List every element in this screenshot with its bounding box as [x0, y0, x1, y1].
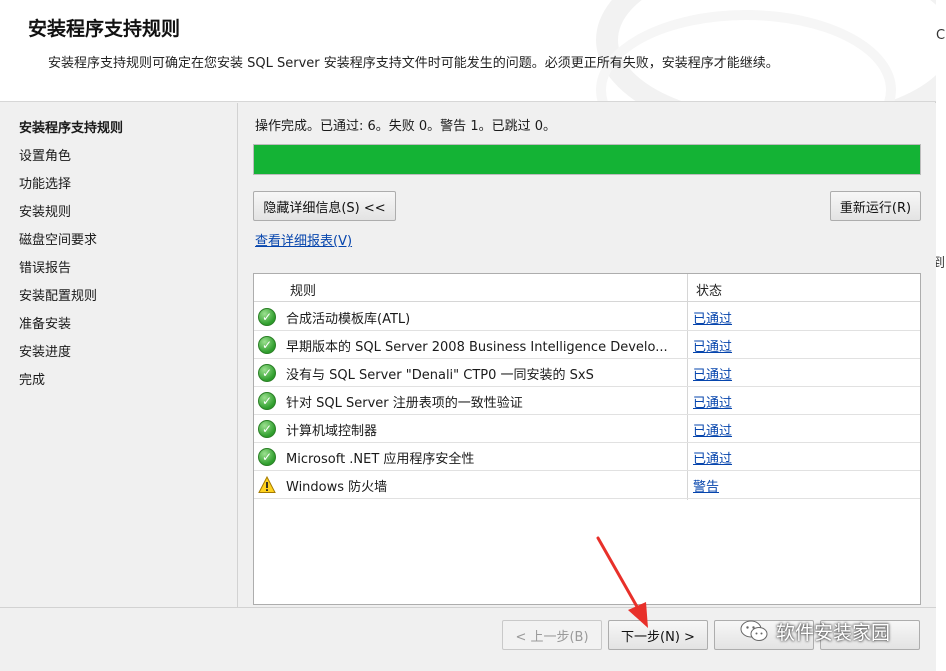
- rule-name: 针对 SQL Server 注册表项的一致性验证: [286, 396, 523, 411]
- rule-name: 合成活动模板库(ATL): [286, 312, 411, 327]
- edge-text: C: [936, 28, 946, 43]
- watermark-text: 软件安装家园: [776, 621, 891, 644]
- rule-name: 计算机域控制器: [286, 424, 378, 439]
- check-icon: ✓: [258, 448, 276, 466]
- sidebar-item-install-progress[interactable]: 安装进度: [19, 341, 71, 360]
- table-header: 规则 状态: [254, 274, 920, 302]
- table-row[interactable]: ✓ 合成活动模板库(ATL) 已通过: [254, 303, 920, 331]
- sidebar-item-disk-space[interactable]: 磁盘空间要求: [19, 229, 97, 248]
- sidebar-item-installation-rules[interactable]: 安装规则: [19, 201, 71, 220]
- column-header-status[interactable]: 状态: [696, 280, 722, 299]
- table-row[interactable]: ✓ 计算机域控制器 已通过: [254, 415, 920, 443]
- operation-status: 操作完成。已通过: 6。失败 0。警告 1。已跳过 0。: [255, 119, 556, 134]
- watermark: 软件安装家园: [740, 614, 890, 648]
- rule-name: Microsoft .NET 应用程序安全性: [286, 452, 475, 467]
- sidebar-item-setup-role[interactable]: 设置角色: [19, 145, 71, 164]
- check-icon: ✓: [258, 392, 276, 410]
- column-header-rule[interactable]: 规则: [290, 280, 316, 299]
- status-link[interactable]: 已通过: [693, 448, 732, 467]
- sidebar-nav: 安装程序支持规则 设置角色 功能选择 安装规则 磁盘空间要求 错误报告 安装配置…: [0, 103, 238, 607]
- back-button[interactable]: < 上一步(B): [502, 620, 602, 650]
- sidebar-item-config-rules[interactable]: 安装配置规则: [19, 285, 97, 304]
- setup-window: 安装程序支持规则 安装程序支持规则可确定在您安装 SQL Server 安装程序…: [0, 0, 936, 671]
- table-row[interactable]: ✓ Microsoft .NET 应用程序安全性 已通过: [254, 443, 920, 471]
- status-link[interactable]: 已通过: [693, 308, 732, 327]
- wechat-icon: [740, 620, 768, 641]
- progress-bar: [253, 144, 921, 175]
- sidebar-item-complete[interactable]: 完成: [19, 369, 45, 388]
- rule-name: Windows 防火墙: [286, 480, 388, 495]
- sidebar-item-error-reporting[interactable]: 错误报告: [19, 257, 71, 276]
- main-content: 操作完成。已通过: 6。失败 0。警告 1。已跳过 0。 隐藏详细信息(S) <…: [239, 103, 936, 607]
- page-title: 安装程序支持规则: [28, 18, 181, 40]
- table-row[interactable]: Windows 防火墙 警告: [254, 471, 920, 499]
- check-icon: ✓: [258, 420, 276, 438]
- warning-icon: [258, 476, 276, 494]
- status-link[interactable]: 已通过: [693, 392, 732, 411]
- table-row[interactable]: ✓ 针对 SQL Server 注册表项的一致性验证 已通过: [254, 387, 920, 415]
- view-detailed-report-link[interactable]: 查看详细报表(V): [255, 230, 352, 249]
- header-banner: 安装程序支持规则 安装程序支持规则可确定在您安装 SQL Server 安装程序…: [0, 0, 936, 102]
- hide-details-button[interactable]: 隐藏详细信息(S) <<: [253, 191, 396, 221]
- status-link[interactable]: 已通过: [693, 336, 732, 355]
- edge-text: 到: [936, 256, 946, 271]
- rule-name: 早期版本的 SQL Server 2008 Business Intellige…: [286, 340, 668, 355]
- check-icon: ✓: [258, 336, 276, 354]
- check-icon: ✓: [258, 308, 276, 326]
- rerun-button[interactable]: 重新运行(R): [830, 191, 921, 221]
- rule-name: 没有与 SQL Server "Denali" CTP0 一同安装的 SxS: [286, 368, 594, 383]
- sidebar-item-feature-selection[interactable]: 功能选择: [19, 173, 71, 192]
- status-link[interactable]: 已通过: [693, 364, 732, 383]
- status-link[interactable]: 已通过: [693, 420, 732, 439]
- background-window-edge: C 到: [936, 0, 946, 671]
- check-icon: ✓: [258, 364, 276, 382]
- sidebar-item-ready-to-install[interactable]: 准备安装: [19, 313, 71, 332]
- progress-fill: [254, 145, 920, 174]
- sidebar-item-setup-support-rules[interactable]: 安装程序支持规则: [19, 117, 123, 136]
- table-row[interactable]: ✓ 早期版本的 SQL Server 2008 Business Intelli…: [254, 331, 920, 359]
- table-row[interactable]: ✓ 没有与 SQL Server "Denali" CTP0 一同安装的 SxS…: [254, 359, 920, 387]
- status-link[interactable]: 警告: [693, 476, 719, 495]
- rules-table: 规则 状态 ✓ 合成活动模板库(ATL) 已通过 ✓ 早期版本的 SQL Ser…: [253, 273, 921, 605]
- next-button[interactable]: 下一步(N) >: [608, 620, 708, 650]
- page-description: 安装程序支持规则可确定在您安装 SQL Server 安装程序支持文件时可能发生…: [48, 56, 779, 71]
